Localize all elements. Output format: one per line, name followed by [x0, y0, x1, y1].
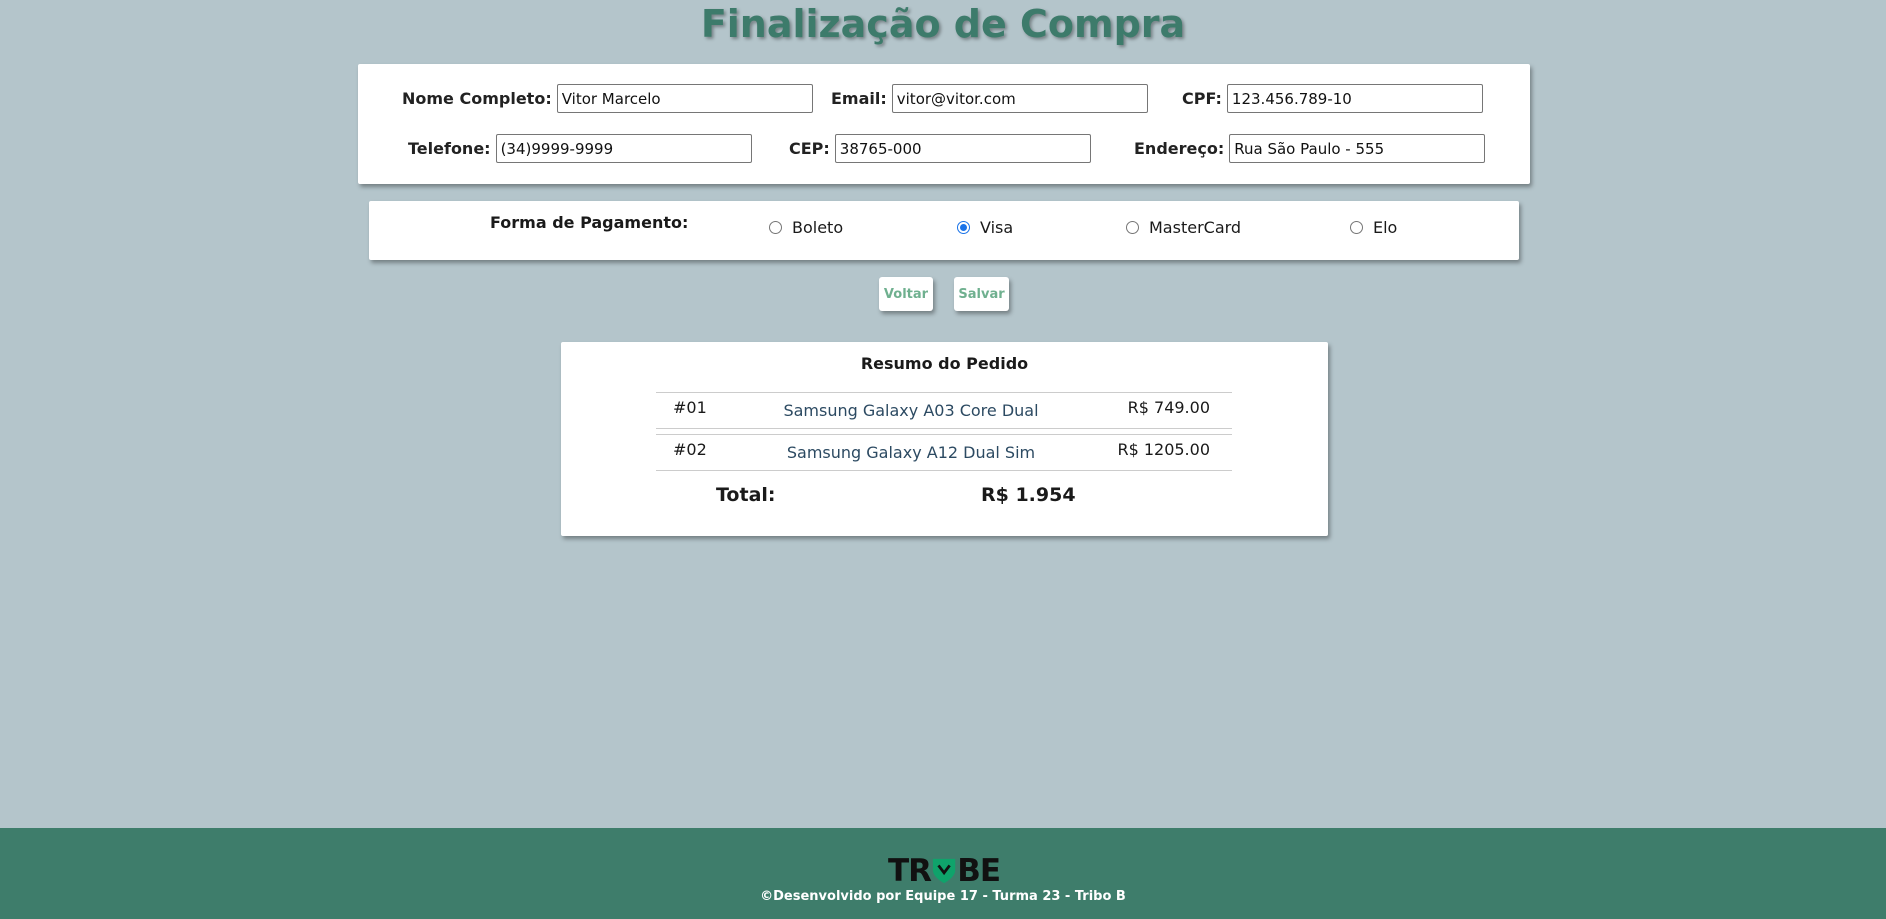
- payment-option-elo[interactable]: Elo: [1350, 218, 1397, 237]
- order-summary-panel: Resumo do Pedido #01 Samsung Galaxy A03 …: [561, 342, 1328, 536]
- full-name-field: Nome Completo:: [402, 84, 813, 113]
- trybe-logo: TR BE: [888, 853, 1001, 889]
- order-item-name: Samsung Galaxy A03 Core Dual: [783, 401, 1039, 420]
- shield-icon: [932, 858, 956, 884]
- phone-field: Telefone:: [408, 134, 752, 163]
- phone-label: Telefone:: [408, 139, 491, 158]
- footer-credits: ©Desenvolvido por Equipe 17 - Turma 23 -…: [760, 889, 1126, 904]
- cep-label: CEP:: [789, 139, 830, 158]
- payment-method-label: Forma de Pagamento:: [490, 213, 689, 232]
- payment-option-boleto[interactable]: Boleto: [769, 218, 843, 237]
- payment-option-visa[interactable]: Visa: [957, 218, 1013, 237]
- payment-method-panel: Forma de Pagamento: Boleto Visa MasterCa…: [369, 201, 1519, 260]
- order-item-price: R$ 1205.00: [1117, 440, 1210, 459]
- email-field: Email:: [831, 84, 1148, 113]
- cep-field: CEP:: [789, 134, 1091, 163]
- full-name-input[interactable]: [556, 84, 813, 113]
- payment-option-mastercard[interactable]: MasterCard: [1126, 218, 1241, 237]
- address-label: Endereço:: [1134, 139, 1225, 158]
- order-item-price: R$ 749.00: [1127, 398, 1210, 417]
- radio-button[interactable]: [1350, 221, 1363, 234]
- payment-option-label: MasterCard: [1149, 218, 1242, 237]
- page-title: Finalização de Compra: [700, 2, 1186, 46]
- order-total-value: R$ 1.954: [981, 484, 1076, 506]
- address-field: Endereço:: [1134, 134, 1486, 163]
- phone-input[interactable]: [495, 134, 752, 163]
- cpf-field: CPF:: [1182, 84, 1483, 113]
- payment-option-label: Boleto: [792, 218, 844, 237]
- cpf-label: CPF:: [1182, 89, 1222, 108]
- customer-form: Nome Completo: Email: CPF: Telefone: CEP…: [358, 64, 1530, 184]
- email-label: Email:: [831, 89, 887, 108]
- order-total-label: Total:: [716, 484, 776, 506]
- full-name-label: Nome Completo:: [402, 89, 552, 108]
- order-item-row: #01 Samsung Galaxy A03 Core Dual R$ 749.…: [656, 392, 1232, 429]
- order-item-row: #02 Samsung Galaxy A12 Dual Sim R$ 1205.…: [656, 434, 1232, 471]
- order-item-name: Samsung Galaxy A12 Dual Sim: [786, 443, 1036, 462]
- email-input[interactable]: [891, 84, 1148, 113]
- payment-option-label: Visa: [980, 218, 1014, 237]
- address-input[interactable]: [1229, 134, 1486, 163]
- footer: TR BE ©Desenvolvido por Equipe 17 - Turm…: [0, 828, 1886, 919]
- radio-button[interactable]: [1126, 221, 1139, 234]
- back-button[interactable]: Voltar: [879, 277, 933, 311]
- cep-input[interactable]: [834, 134, 1091, 163]
- radio-button[interactable]: [769, 221, 782, 234]
- radio-button-checked[interactable]: [957, 221, 970, 234]
- save-button[interactable]: Salvar: [954, 277, 1009, 311]
- payment-option-label: Elo: [1373, 218, 1398, 237]
- order-summary-title: Resumo do Pedido: [860, 354, 1029, 373]
- cpf-input[interactable]: [1226, 84, 1483, 113]
